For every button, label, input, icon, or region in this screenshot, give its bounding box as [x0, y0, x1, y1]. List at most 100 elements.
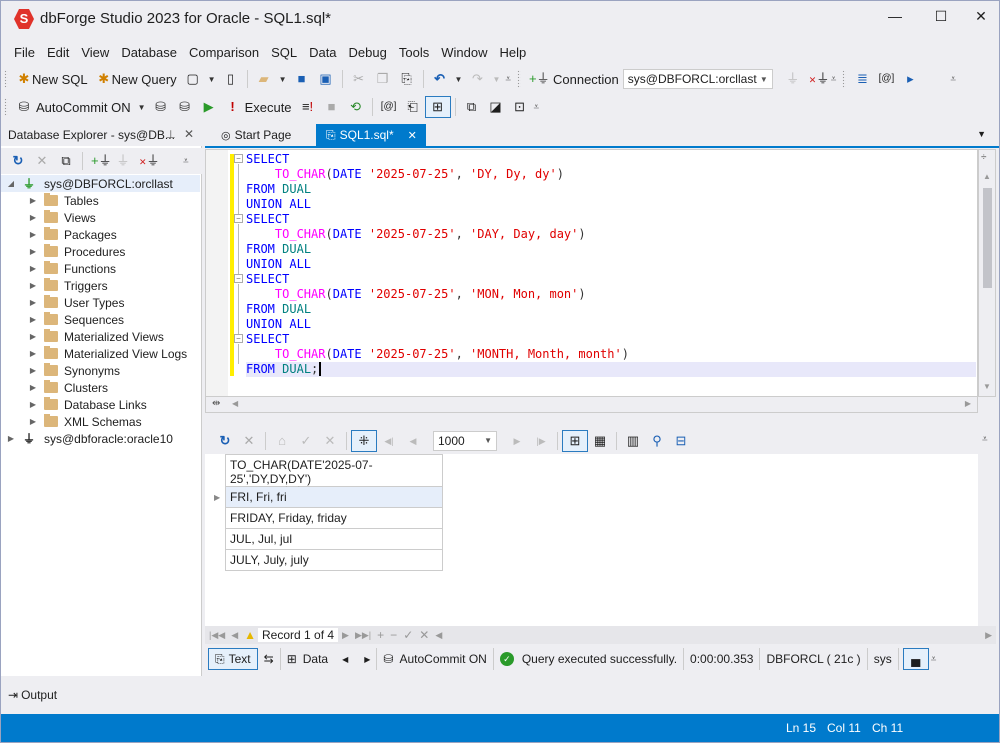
tree-folder-user-types[interactable]: ▶ User Types: [0, 294, 200, 311]
undo-button[interactable]: ↶: [428, 68, 452, 90]
menu-debug[interactable]: Debug: [343, 42, 393, 64]
remove-record-icon[interactable]: −: [390, 628, 397, 642]
format-button[interactable]: ≣: [850, 68, 874, 90]
code-line[interactable]: FROM DUAL;: [246, 362, 976, 377]
query-plan-button[interactable]: ⧉: [460, 96, 484, 118]
grid-row[interactable]: JUL, Jul, jul: [225, 529, 443, 550]
autocommit-button[interactable]: ⛁ AutoCommit ON: [12, 96, 135, 118]
first-record-icon[interactable]: |◀◀: [209, 630, 225, 641]
code-line[interactable]: TO_CHAR(DATE '2025-07-25', 'MONTH, Month…: [246, 347, 976, 362]
column-header[interactable]: TO_CHAR(DATE'2025-07-25','DY,DY,DY') VAR…: [225, 454, 443, 497]
connect-button[interactable]: ⏚: [781, 68, 805, 90]
menu-help[interactable]: Help: [493, 42, 532, 64]
scroll-right-icon[interactable]: ▶: [965, 399, 971, 408]
grid-row[interactable]: FRI, Fri, fri: [225, 487, 443, 508]
disconnect-button-explorer[interactable]: ✕⏚: [135, 150, 160, 172]
toolbar-overflow-icon[interactable]: ⩡: [929, 654, 939, 665]
cancel-button[interactable]: ✕: [237, 430, 261, 452]
code-line[interactable]: FROM DUAL: [246, 182, 976, 197]
toolbar-grip[interactable]: [4, 70, 8, 88]
find-button[interactable]: ⚲: [645, 430, 669, 452]
rows-limit-select[interactable]: 1000 ▼: [433, 431, 497, 451]
tab-list-dropdown-icon[interactable]: ▼: [977, 129, 986, 139]
menu-comparison[interactable]: Comparison: [183, 42, 265, 64]
toolbar-grip[interactable]: [517, 70, 521, 88]
tree-folder-database-links[interactable]: ▶ Database Links: [0, 396, 200, 413]
run-button[interactable]: ▶: [197, 96, 221, 118]
code-line[interactable]: SELECT: [246, 272, 976, 287]
tab-sql1[interactable]: ⎘ SQL1.sql* ✕: [316, 124, 426, 146]
code-line[interactable]: FROM DUAL: [246, 302, 976, 317]
collapsed-arrow-icon[interactable]: ▶: [28, 230, 38, 239]
toolbar-grip[interactable]: [4, 98, 8, 116]
fold-toggle-icon[interactable]: −: [234, 334, 243, 343]
code-line[interactable]: TO_CHAR(DATE '2025-07-25', 'DY, Dy, dy'): [246, 167, 976, 182]
sql-editor[interactable]: − − − − SELECT TO_CHAR(DATE '2025-07-25', '…: [205, 149, 978, 397]
close-button[interactable]: ✕: [966, 4, 996, 28]
connect-button-explorer[interactable]: ⏚: [111, 150, 135, 172]
tree-folder-functions[interactable]: ▶ Functions: [0, 260, 200, 277]
discard-button[interactable]: ✕: [318, 430, 342, 452]
new-object-button[interactable]: ⊡: [508, 96, 532, 118]
close-panel-icon[interactable]: ✕: [184, 127, 194, 141]
close-tab-icon[interactable]: ✕: [408, 129, 417, 142]
code-line[interactable]: SELECT: [246, 212, 976, 227]
code-line[interactable]: UNION ALL: [246, 317, 976, 332]
code-line[interactable]: UNION ALL: [246, 197, 976, 212]
first-page-button[interactable]: ◀|: [377, 430, 401, 452]
redo-button[interactable]: ↷: [465, 68, 489, 90]
collapsed-arrow-icon[interactable]: ▶: [28, 315, 38, 324]
minimize-button[interactable]: —: [880, 4, 910, 28]
collapsed-arrow-icon[interactable]: ▶: [28, 247, 38, 256]
new-sql-button[interactable]: ✱ New SQL: [12, 68, 92, 90]
menu-edit[interactable]: Edit: [41, 42, 75, 64]
pin-icon[interactable]: ⊥: [166, 128, 176, 141]
split-horizontal-icon[interactable]: ⇹: [212, 398, 220, 409]
next-page-button[interactable]: ▶: [505, 430, 529, 452]
collapse-all-button[interactable]: ⧉: [54, 150, 78, 172]
scroll-down-icon[interactable]: ▼: [983, 382, 991, 391]
split-icon[interactable]: ÷: [981, 152, 987, 163]
results-vertical-scrollbar[interactable]: ⩡: [978, 430, 996, 646]
results-to-document-button[interactable]: ⎗: [401, 96, 425, 118]
profiler-button[interactable]: ◪: [484, 96, 508, 118]
collapsed-arrow-icon[interactable]: ▶: [28, 400, 38, 409]
open-button[interactable]: ▰: [252, 68, 276, 90]
menu-window[interactable]: Window: [435, 42, 493, 64]
tree-folder-synonyms[interactable]: ▶ Synonyms: [0, 362, 200, 379]
grid-row[interactable]: FRIDAY, Friday, friday: [225, 508, 443, 529]
apply-record-icon[interactable]: ✓: [403, 628, 413, 642]
tree-folder-clusters[interactable]: ▶ Clusters: [0, 379, 200, 396]
code-line[interactable]: UNION ALL: [246, 257, 976, 272]
save-all-button[interactable]: ▣: [314, 68, 338, 90]
tree-connection[interactable]: ▶ ⏚ sys@dbforacle:oracle10: [0, 430, 200, 447]
collapsed-arrow-icon[interactable]: ▶: [28, 332, 38, 341]
collapsed-arrow-icon[interactable]: ▶: [28, 196, 38, 205]
code-line[interactable]: SELECT: [246, 152, 976, 167]
apply-button[interactable]: ✓: [294, 430, 318, 452]
menu-tools[interactable]: Tools: [393, 42, 435, 64]
tree-folder-tables[interactable]: ▶ Tables: [0, 192, 200, 209]
scroll-right-icon[interactable]: ▶: [985, 630, 992, 641]
history-button[interactable]: ⟲: [344, 96, 368, 118]
menu-data[interactable]: Data: [303, 42, 342, 64]
next-tab-icon[interactable]: ▶: [364, 655, 370, 664]
last-page-button[interactable]: |▶: [529, 430, 553, 452]
stop-button[interactable]: ■: [320, 96, 344, 118]
execute-statement-button[interactable]: ≡!: [296, 96, 320, 118]
go-to-definition-button[interactable]: ▸: [898, 68, 922, 90]
menu-database[interactable]: Database: [115, 42, 183, 64]
tree-folder-materialized-views[interactable]: ▶ Materialized Views: [0, 328, 200, 345]
previous-tab-icon[interactable]: ◀: [342, 655, 348, 664]
new-file-button[interactable]: ▯: [219, 68, 243, 90]
new-document-dropdown[interactable]: ▼: [205, 75, 219, 84]
toolbar-overflow-icon[interactable]: ⩡: [948, 74, 958, 85]
editor-horizontal-scrollbar[interactable]: ⇹ ◀ ▶: [205, 397, 978, 413]
execute-button[interactable]: ! Execute: [221, 96, 296, 118]
collapsed-arrow-icon[interactable]: ▶: [28, 383, 38, 392]
collapsed-arrow-icon[interactable]: ▶: [28, 298, 38, 307]
previous-page-button[interactable]: ◀: [401, 430, 425, 452]
edit-button[interactable]: ⌂: [270, 430, 294, 452]
toggle-panel-button[interactable]: ▄: [902, 648, 929, 670]
paste-button[interactable]: ⎘: [395, 68, 419, 90]
